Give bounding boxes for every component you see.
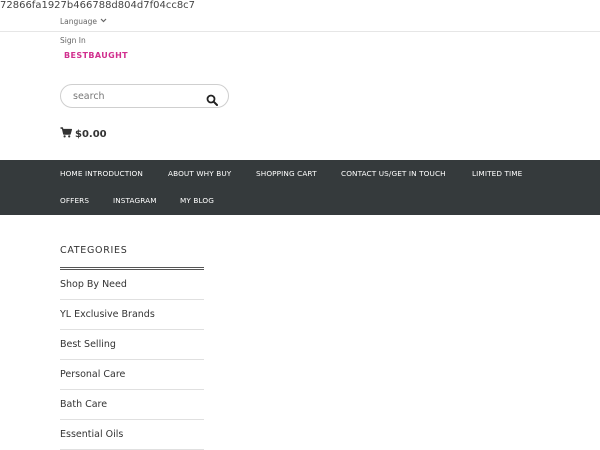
category-item-shop-by-need[interactable]: Shop By Need <box>60 270 204 300</box>
category-item-yl-exclusive-brands[interactable]: YL Exclusive Brands <box>60 300 204 330</box>
header-divider <box>0 31 600 32</box>
category-item-personal-care[interactable]: Personal Care <box>60 360 204 390</box>
search-icon[interactable] <box>206 91 218 106</box>
site-logo[interactable]: BESTBAUGHT <box>64 51 128 60</box>
cart-summary[interactable]: $0.00 <box>60 127 107 141</box>
nav-item-contact-us[interactable]: CONTACT US/GET IN TOUCH <box>341 169 446 178</box>
category-item-essential-oils[interactable]: Essential Oils <box>60 420 204 450</box>
nav-item-about-why-buy[interactable]: ABOUT WHY BUY <box>168 169 231 178</box>
sign-in-link[interactable]: Sign In <box>60 36 86 45</box>
cart-total: $0.00 <box>75 128 107 140</box>
main-navigation: HOME INTRODUCTION ABOUT WHY BUY SHOPPING… <box>0 160 600 215</box>
search-box <box>60 84 229 108</box>
cart-icon <box>60 127 72 141</box>
language-selector[interactable]: Language <box>60 17 107 26</box>
category-item-bath-care[interactable]: Bath Care <box>60 390 204 420</box>
chevron-down-icon <box>100 18 107 25</box>
categories-panel: CATEGORIES Shop By Need YL Exclusive Bra… <box>60 245 204 450</box>
search-input[interactable] <box>73 89 193 104</box>
page-hash-text: 72866fa1927b466788d804d7f04cc8c7 <box>0 0 196 11</box>
nav-item-offers[interactable]: OFFERS <box>60 196 89 205</box>
category-item-best-selling[interactable]: Best Selling <box>60 330 204 360</box>
categories-title: CATEGORIES <box>60 245 128 256</box>
nav-item-my-blog[interactable]: MY BLOG <box>180 196 214 205</box>
nav-item-limited-time[interactable]: LIMITED TIME <box>472 169 522 178</box>
nav-item-instagram[interactable]: INSTAGRAM <box>113 196 157 205</box>
nav-item-shopping-cart[interactable]: SHOPPING CART <box>256 169 317 178</box>
nav-item-home-introduction[interactable]: HOME INTRODUCTION <box>60 169 143 178</box>
language-label: Language <box>60 17 98 26</box>
